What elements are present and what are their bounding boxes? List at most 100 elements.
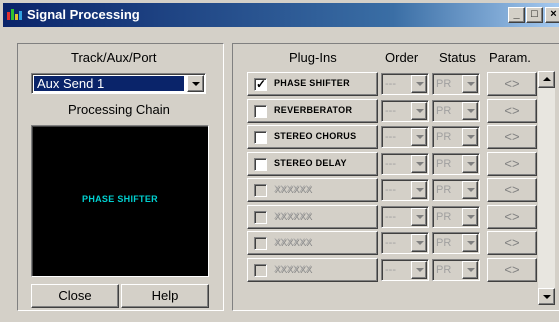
scroll-up-button[interactable] <box>538 71 555 88</box>
order-select[interactable]: --- <box>381 259 429 281</box>
chevron-down-icon[interactable] <box>462 181 478 199</box>
plugin-name: XXXXXX <box>274 184 312 194</box>
signal-processing-window: Signal Processing _ □ × Track/Aux/Port A… <box>0 0 559 322</box>
status-value: PR <box>436 264 452 276</box>
plugin-name: XXXXXX <box>274 264 312 274</box>
status-header: Status <box>439 50 476 65</box>
vertical-scrollbar[interactable] <box>538 71 555 305</box>
status-select[interactable]: PR <box>432 73 480 95</box>
order-select[interactable]: --- <box>381 73 429 95</box>
chevron-down-icon[interactable] <box>411 155 427 173</box>
order-select[interactable]: --- <box>381 100 429 122</box>
plugin-toggle[interactable]: ✓ PHASE SHIFTER <box>247 72 378 96</box>
order-select[interactable]: --- <box>381 126 429 148</box>
plugin-toggle[interactable]: XXXXXX <box>247 258 378 282</box>
minimize-icon: _ <box>513 8 520 20</box>
chevron-down-icon[interactable] <box>411 102 427 120</box>
chevron-down-icon[interactable] <box>462 128 478 146</box>
chevron-down-icon[interactable] <box>411 181 427 199</box>
plugins-header: Plug-Ins <box>289 50 337 65</box>
status-select[interactable]: PR <box>432 126 480 148</box>
order-value: --- <box>385 105 396 117</box>
maximize-icon: □ <box>531 8 538 20</box>
close-window-button[interactable]: × <box>545 7 559 23</box>
chevron-down-icon[interactable] <box>411 261 427 279</box>
plugin-checkbox[interactable] <box>254 264 267 277</box>
plugin-checkbox[interactable] <box>254 158 267 171</box>
plugin-name: REVERBERATOR <box>274 105 353 115</box>
order-value: --- <box>385 264 396 276</box>
plugin-toggle[interactable]: STEREO CHORUS <box>247 125 378 149</box>
order-value: --- <box>385 184 396 196</box>
param-button[interactable]: <> <box>487 205 537 229</box>
plugin-checkbox[interactable] <box>254 211 267 224</box>
title-bar[interactable]: Signal Processing _ □ × <box>3 3 559 27</box>
chevron-down-icon[interactable] <box>462 208 478 226</box>
status-value: PR <box>436 184 452 196</box>
chain-item: PHASE SHIFTER <box>82 194 158 204</box>
param-button[interactable]: <> <box>487 152 537 176</box>
processing-chain-label: Processing Chain <box>68 102 170 117</box>
checkmark-icon: ✓ <box>256 77 267 91</box>
order-select[interactable]: --- <box>381 153 429 175</box>
plugin-toggle[interactable]: XXXXXX <box>247 231 378 255</box>
status-select[interactable]: PR <box>432 153 480 175</box>
order-value: --- <box>385 131 396 143</box>
plugin-checkbox[interactable] <box>254 237 267 250</box>
status-select[interactable]: PR <box>432 100 480 122</box>
plugin-name: STEREO CHORUS <box>274 131 357 141</box>
plugin-name: XXXXXX <box>274 237 312 247</box>
close-icon: × <box>550 8 557 20</box>
status-value: PR <box>436 131 452 143</box>
status-value: PR <box>436 105 452 117</box>
order-select[interactable]: --- <box>381 206 429 228</box>
param-button[interactable]: <> <box>487 178 537 202</box>
plugin-toggle[interactable]: STEREO DELAY <box>247 152 378 176</box>
track-aux-port-label: Track/Aux/Port <box>71 50 157 65</box>
status-select[interactable]: PR <box>432 206 480 228</box>
plugin-name: STEREO DELAY <box>274 158 347 168</box>
status-select[interactable]: PR <box>432 232 480 254</box>
param-button[interactable]: <> <box>487 125 537 149</box>
chevron-down-icon[interactable] <box>187 75 204 92</box>
status-value: PR <box>436 211 452 223</box>
chevron-down-icon[interactable] <box>462 234 478 252</box>
order-value: --- <box>385 211 396 223</box>
chevron-down-icon[interactable] <box>411 128 427 146</box>
plugin-checkbox[interactable]: ✓ <box>254 77 267 91</box>
chevron-down-icon[interactable] <box>462 102 478 120</box>
param-button[interactable]: <> <box>487 231 537 255</box>
help-button[interactable]: Help <box>121 284 209 308</box>
plugin-checkbox[interactable] <box>254 105 267 118</box>
maximize-button[interactable]: □ <box>526 7 543 23</box>
order-select[interactable]: --- <box>381 232 429 254</box>
param-header: Param. <box>489 50 531 65</box>
chevron-down-icon[interactable] <box>462 261 478 279</box>
order-value: --- <box>385 158 396 170</box>
chevron-down-icon[interactable] <box>411 234 427 252</box>
plugin-checkbox[interactable] <box>254 131 267 144</box>
minimize-button[interactable]: _ <box>508 7 525 23</box>
plugin-toggle[interactable]: REVERBERATOR <box>247 99 378 123</box>
chevron-down-icon[interactable] <box>462 75 478 93</box>
param-button[interactable]: <> <box>487 99 537 123</box>
plugin-checkbox[interactable] <box>254 184 267 197</box>
param-button[interactable]: <> <box>487 258 537 282</box>
order-select[interactable]: --- <box>381 179 429 201</box>
chevron-down-icon[interactable] <box>411 208 427 226</box>
close-button[interactable]: Close <box>31 284 119 308</box>
track-select-value: Aux Send 1 <box>34 76 184 91</box>
scroll-down-button[interactable] <box>538 288 555 305</box>
plugin-toggle[interactable]: XXXXXX <box>247 178 378 202</box>
track-select[interactable]: Aux Send 1 <box>31 73 206 94</box>
status-value: PR <box>436 158 452 170</box>
order-value: --- <box>385 237 396 249</box>
chevron-down-icon[interactable] <box>462 155 478 173</box>
param-button[interactable]: <> <box>487 72 537 96</box>
status-select[interactable]: PR <box>432 259 480 281</box>
plugin-toggle[interactable]: XXXXXX <box>247 205 378 229</box>
status-select[interactable]: PR <box>432 179 480 201</box>
chevron-down-icon[interactable] <box>411 75 427 93</box>
status-value: PR <box>436 237 452 249</box>
status-value: PR <box>436 78 452 90</box>
